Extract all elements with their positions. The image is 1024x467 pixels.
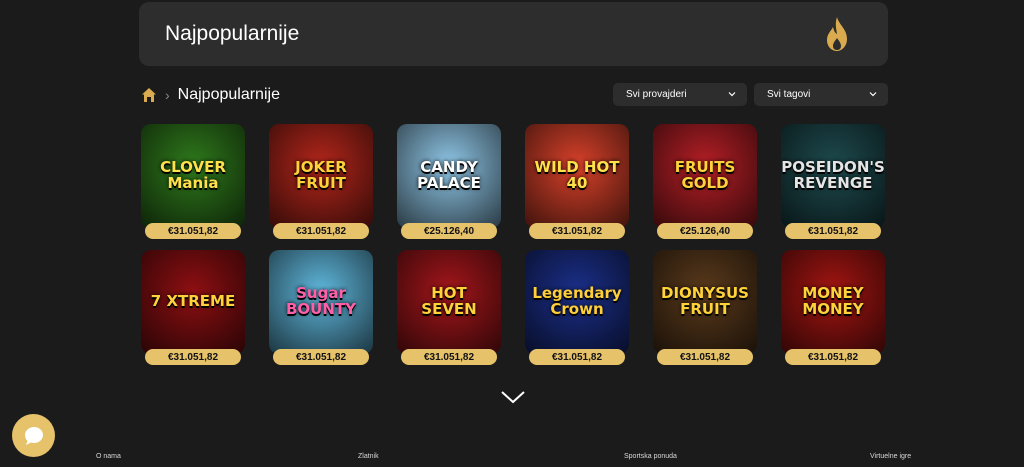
game-tile[interactable]: CLOVER Mania €31.051,82 <box>140 124 246 239</box>
game-title: CANDY PALACE <box>417 158 481 192</box>
game-tile[interactable]: CANDY PALACE €25.126,40 <box>396 124 502 239</box>
game-title: POSEIDON'S REVENGE <box>781 158 885 192</box>
game-title: Sugar BOUNTY <box>285 284 356 318</box>
game-title: Legendary Crown <box>532 284 622 318</box>
game-thumbnail[interactable]: Sugar BOUNTY <box>269 250 373 354</box>
footer-link-sports[interactable]: Sportska ponuda <box>624 453 677 460</box>
footer-link-zlatnik[interactable]: Zlatnik <box>358 453 379 460</box>
game-tile[interactable]: Sugar BOUNTY €31.051,82 <box>268 250 374 365</box>
show-more-chevron-icon[interactable] <box>500 389 526 405</box>
game-title: JOKER FRUIT <box>295 158 347 192</box>
chevron-right-icon: › <box>165 87 170 103</box>
chevron-down-icon <box>728 92 736 97</box>
game-tile[interactable]: HOT SEVEN €31.051,82 <box>396 250 502 365</box>
flame-icon <box>827 17 847 51</box>
jackpot-badge: €31.051,82 <box>145 349 241 365</box>
jackpot-badge: €31.051,82 <box>145 223 241 239</box>
providers-select[interactable]: Svi provajderi <box>613 83 747 106</box>
tags-select-value: Svi tagovi <box>767 89 811 100</box>
game-thumbnail[interactable]: HOT SEVEN <box>397 250 501 354</box>
game-title: CLOVER Mania <box>160 158 226 192</box>
game-tile[interactable]: JOKER FRUIT €31.051,82 <box>268 124 374 239</box>
game-title: MONEY MONEY <box>802 284 864 318</box>
jackpot-badge: €31.051,82 <box>273 349 369 365</box>
game-title: FRUITS GOLD <box>674 158 736 192</box>
game-title: HOT SEVEN <box>421 284 477 318</box>
game-tile[interactable]: POSEIDON'S REVENGE €31.051,82 <box>780 124 886 239</box>
breadcrumb-current: Najpopularnije <box>177 86 280 103</box>
game-title: WILD HOT 40 <box>534 158 620 192</box>
home-icon[interactable] <box>141 87 157 103</box>
footer-link-about[interactable]: O nama <box>96 453 121 460</box>
game-thumbnail[interactable]: Legendary Crown <box>525 250 629 354</box>
jackpot-badge: €31.051,82 <box>529 223 625 239</box>
game-title: DIONYSUS FRUIT <box>661 284 749 318</box>
game-thumbnail[interactable]: FRUITS GOLD <box>653 124 757 228</box>
providers-select-value: Svi provajderi <box>626 89 687 100</box>
jackpot-badge: €31.051,82 <box>785 223 881 239</box>
game-tile[interactable]: Legendary Crown €31.051,82 <box>524 250 630 365</box>
game-tile[interactable]: FRUITS GOLD €25.126,40 <box>652 124 758 239</box>
footer-link-virtual[interactable]: Virtuelne igre <box>870 453 911 460</box>
game-tile[interactable]: MONEY MONEY €31.051,82 <box>780 250 886 365</box>
breadcrumb: › Najpopularnije <box>141 85 280 105</box>
jackpot-badge: €31.051,82 <box>785 349 881 365</box>
chat-button[interactable] <box>12 414 55 457</box>
jackpot-badge: €31.051,82 <box>657 349 753 365</box>
chevron-down-icon <box>869 92 877 97</box>
game-tile[interactable]: DIONYSUS FRUIT €31.051,82 <box>652 250 758 365</box>
jackpot-badge: €31.051,82 <box>273 223 369 239</box>
game-thumbnail[interactable]: 7 XTREME <box>141 250 245 354</box>
game-thumbnail[interactable]: POSEIDON'S REVENGE <box>781 124 885 228</box>
page-title: Najpopularnije <box>165 22 300 45</box>
game-tile[interactable]: WILD HOT 40 €31.051,82 <box>524 124 630 239</box>
game-tile[interactable]: 7 XTREME €31.051,82 <box>140 250 246 365</box>
jackpot-badge: €25.126,40 <box>657 223 753 239</box>
game-thumbnail[interactable]: MONEY MONEY <box>781 250 885 354</box>
game-thumbnail[interactable]: CANDY PALACE <box>397 124 501 228</box>
game-thumbnail[interactable]: CLOVER Mania <box>141 124 245 228</box>
game-thumbnail[interactable]: JOKER FRUIT <box>269 124 373 228</box>
jackpot-badge: €31.051,82 <box>529 349 625 365</box>
tags-select[interactable]: Svi tagovi <box>754 83 888 106</box>
game-thumbnail[interactable]: WILD HOT 40 <box>525 124 629 228</box>
game-thumbnail[interactable]: DIONYSUS FRUIT <box>653 250 757 354</box>
page-banner: Najpopularnije <box>139 2 888 66</box>
chat-icon <box>24 426 43 445</box>
game-title: 7 XTREME <box>150 292 236 311</box>
jackpot-badge: €31.051,82 <box>401 349 497 365</box>
jackpot-badge: €25.126,40 <box>401 223 497 239</box>
